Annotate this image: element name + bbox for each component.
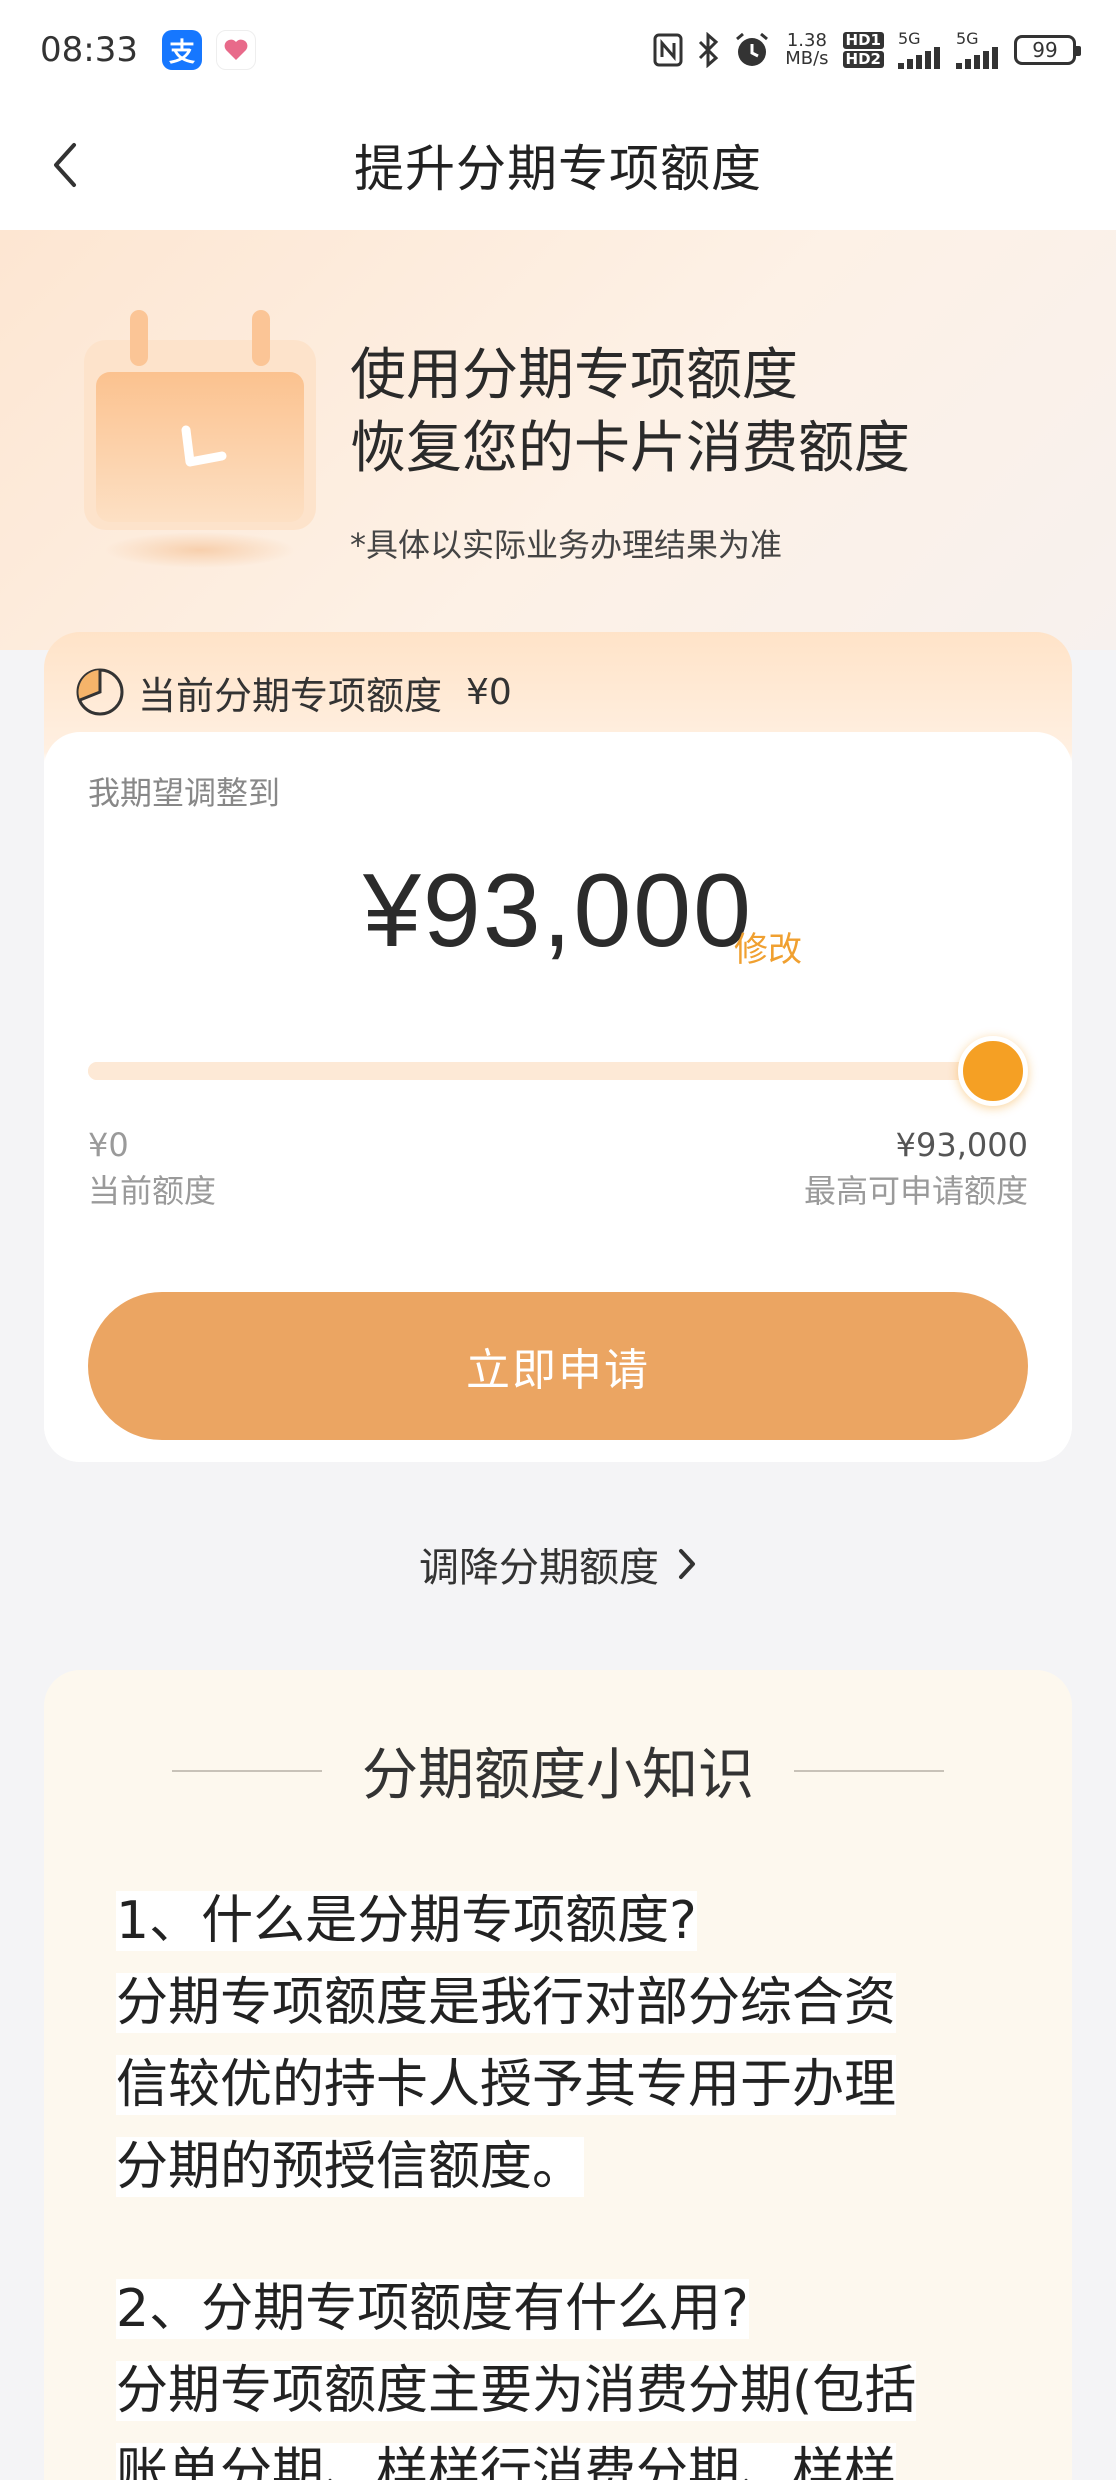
nav-bar: 提升分期专项额度 [0, 100, 1116, 230]
answer-2-line1: 分期专项额度主要为消费分期(包括 [116, 2361, 917, 2421]
status-time: 08:33 [40, 30, 138, 70]
net1-label: 5G [898, 29, 921, 48]
signal-2-icon: 5G [956, 30, 1000, 70]
knowledge-title: 分期额度小知识 [362, 1743, 754, 1808]
knowledge-title-row: 分期额度小知识 [44, 1730, 1072, 1811]
answer-1-line1: 分期专项额度是我行对部分综合资 [116, 1973, 897, 2033]
modify-link[interactable]: 修改 [734, 922, 802, 971]
divider-right [794, 1769, 944, 1772]
hero-note: *具体以实际业务办理结果为准 [350, 526, 783, 564]
bluetooth-icon [697, 30, 719, 70]
back-button[interactable] [30, 130, 100, 200]
battery-level: 99 [1032, 38, 1058, 62]
current-quota-label: 当前分期专项额度 [138, 673, 443, 718]
range-min-value: ¥0 [88, 1126, 129, 1164]
question-2: 2、分期专项额度有什么用? [116, 2279, 749, 2339]
chevron-left-icon [54, 143, 76, 187]
amount-slider-fill [88, 1062, 1028, 1080]
target-amount: ¥93,000 [363, 853, 753, 969]
nfc-icon [653, 30, 683, 70]
network-speed: 1.38 MB/s [785, 30, 828, 70]
range-max: ¥93,000 最高可申请额度 [804, 1122, 1028, 1215]
calendar-clock-icon [84, 310, 316, 568]
hero-title: 使用分期专项额度 恢复您的卡片消费额度 [350, 340, 910, 486]
hd2-label: HD2 [842, 51, 884, 68]
current-quota-row: 当前分期专项额度 ¥0 [74, 662, 512, 722]
knowledge-body: 1、什么是分期专项额度? 分期专项额度是我行对部分综合资 信较优的持卡人授予其专… [116, 1880, 1016, 2480]
hero-banner: 使用分期专项额度 恢复您的卡片消费额度 *具体以实际业务办理结果为准 [0, 230, 1116, 650]
hd1-label: HD1 [842, 32, 884, 49]
knowledge-card: 分期额度小知识 1、什么是分期专项额度? 分期专项额度是我行对部分综合资 信较优… [44, 1670, 1072, 2480]
expect-label: 我期望调整到 [88, 774, 281, 812]
hero-title-line1: 使用分期专项额度 [350, 343, 798, 408]
hero-title-line2: 恢复您的卡片消费额度 [350, 415, 910, 481]
amount-slider-thumb[interactable] [958, 1036, 1028, 1106]
answer-2-line2: 账单分期、样样行消费分期、样样 [116, 2443, 897, 2480]
health-app-icon [215, 30, 256, 70]
alarm-icon [733, 30, 771, 70]
question-1: 1、什么是分期专项额度? [116, 1891, 697, 1951]
status-icons: 1.38 MB/s HD1 HD2 5G 5G 99 [653, 30, 1081, 70]
divider-left [172, 1769, 322, 1772]
range-min-label: 当前额度 [88, 1172, 217, 1211]
alipay-icon: 支 [161, 30, 202, 70]
hd-icon: HD1 HD2 [842, 30, 884, 70]
battery-icon: 99 [1014, 35, 1081, 65]
chevron-right-icon [677, 1547, 697, 1581]
reduce-quota-link[interactable]: 调降分期额度 [0, 1535, 1116, 1593]
range-max-value: ¥93,000 [895, 1126, 1028, 1164]
answer-1-line2: 信较优的持卡人授予其专用于办理 [116, 2055, 897, 2115]
speed-unit: MB/s [785, 48, 829, 69]
amount-slider-track[interactable] [88, 1062, 1028, 1080]
reduce-quota-label: 调降分期额度 [419, 1545, 659, 1591]
quota-card: 当前分期专项额度 ¥0 我期望调整到 ¥93,000 修改 ¥0 当前额度 ¥9… [44, 632, 1072, 1462]
amount-display: ¥93,000 [44, 852, 1072, 971]
quota-adjust-panel: 我期望调整到 ¥93,000 修改 ¥0 当前额度 ¥93,000 最高可申请额… [44, 732, 1072, 1462]
net2-label: 5G [956, 29, 979, 48]
pie-chart-icon [76, 668, 124, 716]
status-bar: 08:33 支 1.38 MB/s HD1 HD2 5G 5G 99 [0, 0, 1116, 100]
range-max-label: 最高可申请额度 [803, 1172, 1028, 1211]
answer-1-line3: 分期的预授信额度。 [116, 2137, 585, 2197]
range-min: ¥0 当前额度 [88, 1122, 216, 1215]
signal-1-icon: 5G [898, 30, 942, 70]
current-quota-value: ¥0 [466, 671, 512, 713]
page-title: 提升分期专项额度 [354, 140, 762, 198]
apply-button[interactable]: 立即申请 [88, 1292, 1028, 1440]
